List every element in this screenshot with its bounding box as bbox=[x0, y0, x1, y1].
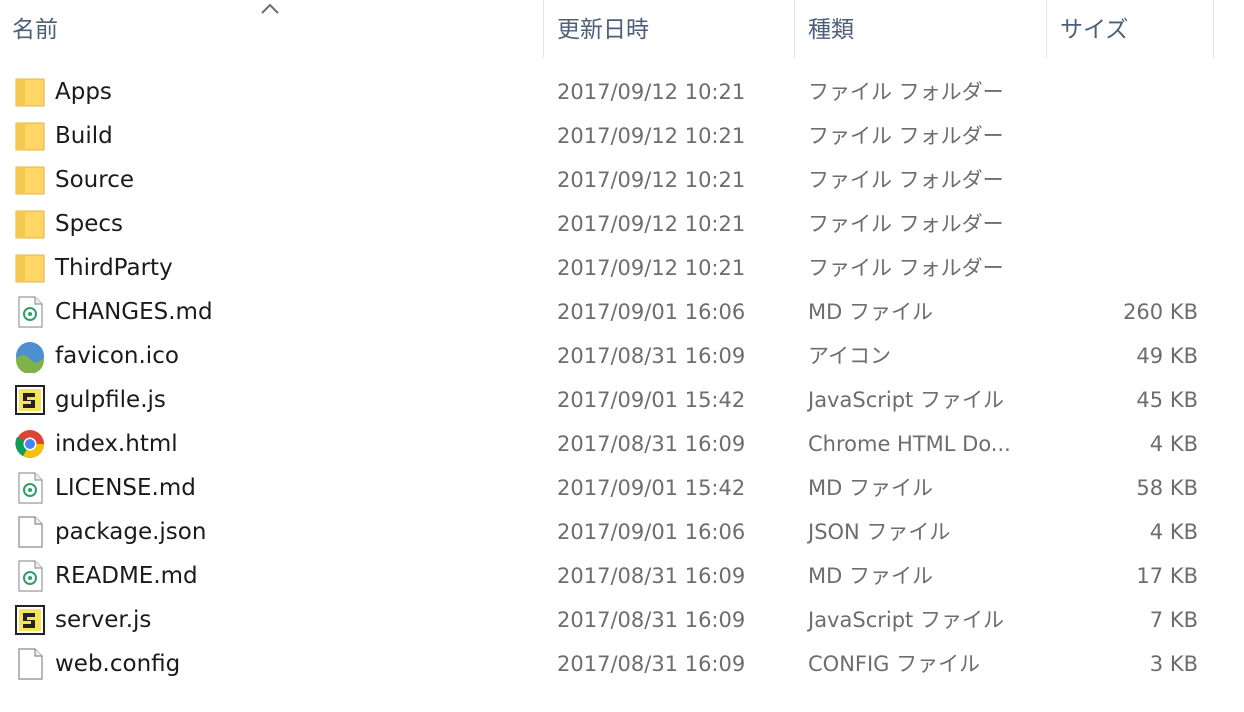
markdown-file-icon bbox=[13, 295, 47, 329]
file-type: ファイル フォルダー bbox=[808, 256, 1004, 280]
file-name: LICENSE.md bbox=[55, 475, 196, 501]
folder-icon bbox=[13, 163, 47, 197]
file-row[interactable]: index.html 2017/08/31 16:09 Chrome HTML Do… bbox=[0, 422, 1244, 466]
script-file-icon bbox=[13, 603, 47, 637]
file-modified-date: 2017/09/01 15:42 bbox=[557, 388, 746, 412]
file-modified-date: 2017/08/31 16:09 bbox=[557, 608, 746, 632]
file-row[interactable]: LICENSE.md 2017/09/01 15:42 MD ファイル 58 KB bbox=[0, 466, 1244, 510]
file-size: 45 KB bbox=[1136, 388, 1198, 412]
file-size: 17 KB bbox=[1136, 564, 1198, 588]
file-row[interactable]: ThirdParty 2017/09/12 10:21 ファイル フォルダー bbox=[0, 246, 1244, 290]
file-size: 3 KB bbox=[1149, 652, 1198, 676]
file-type: JavaScript ファイル bbox=[808, 608, 1004, 632]
file-row[interactable]: gulpfile.js 2017/09/01 15:42 JavaScript ファ… bbox=[0, 378, 1244, 422]
file-type: Chrome HTML Do... bbox=[808, 432, 1011, 456]
file-name: Specs bbox=[55, 211, 123, 237]
file-type: ファイル フォルダー bbox=[808, 124, 1004, 148]
file-size: 4 KB bbox=[1149, 432, 1198, 456]
file-row[interactable]: CHANGES.md 2017/09/01 16:06 MD ファイル 260 KB bbox=[0, 290, 1244, 334]
folder-icon bbox=[13, 119, 47, 153]
file-modified-date: 2017/08/31 16:09 bbox=[557, 564, 746, 588]
file-modified-date: 2017/09/12 10:21 bbox=[557, 80, 746, 104]
blank-file-icon bbox=[13, 515, 47, 549]
file-type: ファイル フォルダー bbox=[808, 212, 1004, 236]
column-header-bar: 名前 更新日時 種類 サイズ bbox=[0, 0, 1244, 58]
image-icon bbox=[13, 339, 47, 374]
chrome-icon bbox=[13, 427, 47, 461]
file-name: ThirdParty bbox=[55, 255, 173, 281]
file-name: web.config bbox=[55, 651, 181, 677]
file-row[interactable]: Build 2017/09/12 10:21 ファイル フォルダー bbox=[0, 114, 1244, 158]
file-modified-date: 2017/09/12 10:21 bbox=[557, 212, 746, 236]
file-modified-date: 2017/09/01 16:06 bbox=[557, 300, 746, 324]
file-type: CONFIG ファイル bbox=[808, 652, 981, 676]
file-size: 260 KB bbox=[1123, 300, 1198, 324]
blank-file-icon bbox=[13, 647, 47, 681]
file-row[interactable]: README.md 2017/08/31 16:09 MD ファイル 17 KB bbox=[0, 554, 1244, 598]
file-name: server.js bbox=[55, 607, 152, 633]
markdown-file-icon bbox=[13, 559, 47, 593]
script-file-icon bbox=[13, 383, 47, 417]
file-modified-date: 2017/08/31 16:09 bbox=[557, 432, 746, 456]
file-modified-date: 2017/08/31 16:09 bbox=[557, 652, 746, 676]
file-type: MD ファイル bbox=[808, 300, 933, 324]
file-size: 7 KB bbox=[1149, 608, 1198, 632]
folder-icon bbox=[13, 251, 47, 285]
file-name: gulpfile.js bbox=[55, 387, 166, 413]
file-name: package.json bbox=[55, 519, 207, 545]
file-size: 49 KB bbox=[1136, 344, 1198, 368]
column-header-modified[interactable]: 更新日時 bbox=[545, 0, 795, 58]
file-row[interactable]: web.config 2017/08/31 16:09 CONFIG ファイル 3 K… bbox=[0, 642, 1244, 686]
file-row[interactable]: Source 2017/09/12 10:21 ファイル フォルダー bbox=[0, 158, 1244, 202]
file-row[interactable]: Specs 2017/09/12 10:21 ファイル フォルダー bbox=[0, 202, 1244, 246]
file-name: Source bbox=[55, 167, 134, 193]
file-name: index.html bbox=[55, 431, 178, 457]
folder-icon bbox=[13, 207, 47, 241]
file-modified-date: 2017/09/01 15:42 bbox=[557, 476, 746, 500]
file-type: JavaScript ファイル bbox=[808, 388, 1004, 412]
folder-icon bbox=[13, 75, 47, 109]
file-modified-date: 2017/08/31 16:09 bbox=[557, 344, 746, 368]
file-type: JSON ファイル bbox=[808, 520, 951, 544]
file-row[interactable]: favicon.ico 2017/08/31 16:09 アイコン 49 KB bbox=[0, 334, 1244, 378]
file-modified-date: 2017/09/12 10:21 bbox=[557, 168, 746, 192]
column-header-size[interactable]: サイズ bbox=[1048, 0, 1214, 58]
column-header-type[interactable]: 種類 bbox=[796, 0, 1047, 58]
file-row[interactable]: server.js 2017/08/31 16:09 JavaScript ファイル… bbox=[0, 598, 1244, 642]
file-size: 58 KB bbox=[1136, 476, 1198, 500]
column-header-name[interactable]: 名前 bbox=[0, 0, 544, 58]
file-row[interactable]: package.json 2017/09/01 16:06 JSON ファイル 4 K… bbox=[0, 510, 1244, 554]
file-row[interactable]: Apps 2017/09/12 10:21 ファイル フォルダー bbox=[0, 70, 1244, 114]
file-modified-date: 2017/09/12 10:21 bbox=[557, 256, 746, 280]
file-type: MD ファイル bbox=[808, 564, 933, 588]
markdown-file-icon bbox=[13, 471, 47, 505]
file-name: Build bbox=[55, 123, 113, 149]
file-name: favicon.ico bbox=[55, 343, 179, 369]
file-name: Apps bbox=[55, 79, 112, 105]
file-name: CHANGES.md bbox=[55, 299, 213, 325]
file-type: ファイル フォルダー bbox=[808, 80, 1004, 104]
file-type: アイコン bbox=[808, 344, 891, 368]
file-type: MD ファイル bbox=[808, 476, 933, 500]
file-modified-date: 2017/09/01 16:06 bbox=[557, 520, 746, 544]
file-list: Apps 2017/09/12 10:21 ファイル フォルダー Build 2017/… bbox=[0, 70, 1244, 686]
file-type: ファイル フォルダー bbox=[808, 168, 1004, 192]
file-modified-date: 2017/09/12 10:21 bbox=[557, 124, 746, 148]
file-name: README.md bbox=[55, 563, 198, 589]
file-size: 4 KB bbox=[1149, 520, 1198, 544]
